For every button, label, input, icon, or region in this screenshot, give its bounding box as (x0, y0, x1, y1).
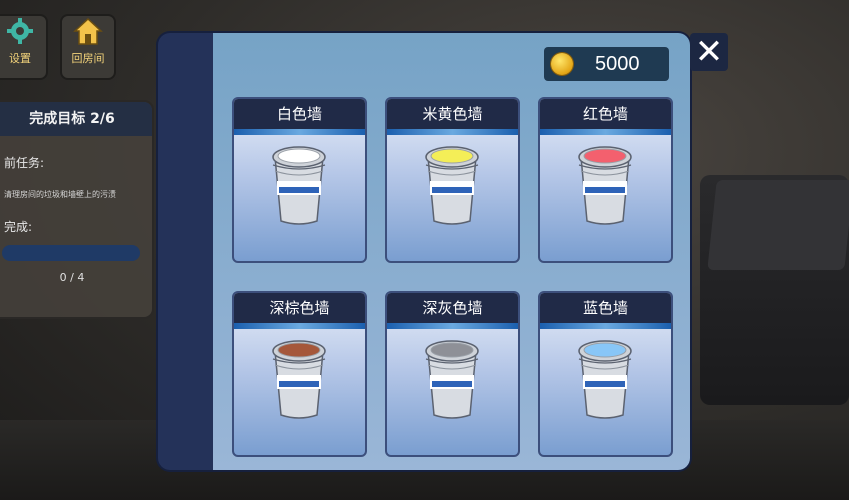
home-icon (73, 17, 103, 45)
paint-card[interactable]: 蓝色墙 (538, 291, 673, 457)
current-task-label: 前任务: (4, 156, 45, 170)
paint-bucket-icon (578, 340, 632, 419)
paint-name: 白色墙 (234, 99, 365, 135)
home-button[interactable]: 回房间 (60, 14, 116, 80)
task-panel-title: 完成目标 2/6 (0, 102, 152, 136)
complete-label: 完成: (4, 220, 33, 234)
close-button[interactable]: ✕ (690, 33, 728, 71)
gear-icon (7, 18, 33, 44)
paint-card[interactable]: 米黄色墙 (385, 97, 520, 263)
paint-card[interactable]: 红色墙 (538, 97, 673, 263)
paint-name: 蓝色墙 (540, 293, 671, 329)
coin-icon (551, 53, 573, 75)
task-progress-bar (2, 245, 140, 261)
sofa-backrest (707, 180, 849, 270)
paint-bucket-icon (425, 340, 479, 419)
paint-name: 米黄色墙 (387, 99, 518, 135)
coin-counter: 5000 (544, 47, 669, 81)
paint-name: 深灰色墙 (387, 293, 518, 329)
settings-label: 设置 (9, 52, 31, 65)
task-progress-text: 0 / 4 (59, 271, 85, 284)
paint-bucket-icon (578, 146, 632, 225)
task-description: 清理房间的垃圾和墙壁上的污渍 (4, 190, 116, 199)
settings-button[interactable]: 设置 (0, 14, 48, 80)
home-label: 回房间 (71, 52, 105, 65)
coin-amount: 5000 (595, 52, 640, 75)
paint-name: 深棕色墙 (234, 293, 365, 329)
paint-bucket-icon (272, 340, 326, 419)
paint-card[interactable]: 深灰色墙 (385, 291, 520, 457)
paint-name: 红色墙 (540, 99, 671, 135)
paint-card[interactable]: 深棕色墙 (232, 291, 367, 457)
paint-bucket-icon (272, 146, 326, 225)
task-panel: 完成目标 2/6 前任务: 清理房间的垃圾和墙壁上的污渍 完成: 0 / 4 (0, 100, 154, 319)
paint-card[interactable]: 白色墙 (232, 97, 367, 263)
paint-bucket-icon (425, 146, 479, 225)
